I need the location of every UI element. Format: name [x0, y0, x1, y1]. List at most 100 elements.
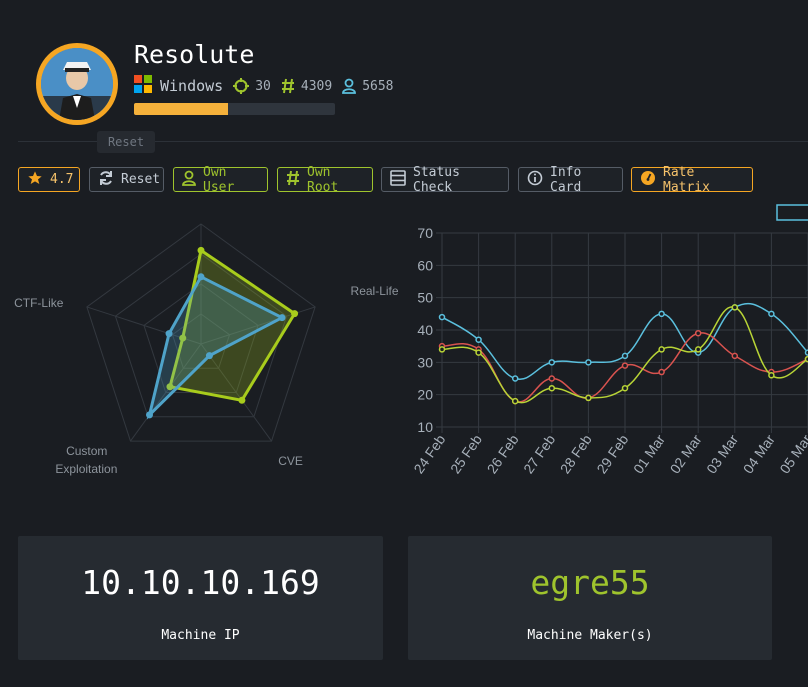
- radar-axis-label: CVE: [278, 454, 303, 468]
- user-owns-count: 5658: [362, 78, 394, 94]
- line-point[interactable]: [621, 384, 629, 392]
- x-tick-label: 04 Mar: [740, 431, 778, 476]
- line-point[interactable]: [511, 375, 519, 382]
- own-user-button[interactable]: Own User: [173, 164, 268, 195]
- rate-matrix-label: Rate Matrix: [663, 164, 710, 195]
- info-card-button[interactable]: Info Card: [518, 164, 623, 195]
- y-tick-label: 20: [417, 387, 433, 403]
- line-point[interactable]: [438, 313, 446, 321]
- x-tick-label: 29 Feb: [593, 431, 631, 476]
- status-check-label: Status Check: [413, 164, 460, 195]
- status-check-button[interactable]: Status Check: [381, 164, 509, 195]
- y-tick-label: 50: [417, 290, 433, 306]
- y-tick-label: 30: [417, 354, 433, 370]
- x-tick-label: 05 Mar: [776, 431, 808, 476]
- line-point[interactable]: [548, 359, 556, 366]
- legend-box: [776, 204, 808, 221]
- x-tick-label: 26 Feb: [484, 431, 522, 476]
- line-point[interactable]: [658, 368, 665, 376]
- y-tick-label: 60: [417, 257, 433, 273]
- machine-meta: Windows 30 4309 5658: [134, 75, 394, 97]
- radar-point: [165, 330, 173, 338]
- root-owns-count: 4309: [300, 78, 333, 94]
- line-point[interactable]: [731, 352, 739, 360]
- x-tick-label: 03 Mar: [703, 431, 741, 476]
- radar-point: [205, 352, 213, 360]
- line-point[interactable]: [731, 304, 739, 311]
- line-point[interactable]: [438, 346, 446, 353]
- line-point[interactable]: [621, 362, 629, 369]
- radar-chart: Enumeration Real-Life CVE CustomExploitatio…: [14, 205, 399, 476]
- line-point[interactable]: [658, 310, 665, 318]
- reset-tooltip: Reset: [97, 131, 155, 153]
- radar-point: [291, 310, 299, 318]
- line-point[interactable]: [511, 397, 519, 405]
- rating-button[interactable]: 4.7: [18, 167, 80, 192]
- line-point[interactable]: [585, 359, 592, 366]
- x-tick-label: 28 Feb: [557, 431, 595, 476]
- machine-progress-bar: [134, 103, 335, 115]
- avatar-image: [41, 48, 113, 120]
- line-point[interactable]: [658, 346, 665, 353]
- rate-matrix-button[interactable]: Rate Matrix: [631, 164, 753, 195]
- line-point[interactable]: [694, 329, 702, 337]
- machine-avatar: [36, 43, 118, 125]
- machine-name: Resolute: [134, 40, 255, 69]
- y-tick-label: 40: [417, 322, 433, 338]
- machine-points: 30: [255, 78, 271, 94]
- x-tick-label: 02 Mar: [667, 431, 705, 476]
- info-card-label: Info Card: [550, 164, 582, 195]
- machine-ip-card: 10.10.10.169 Machine IP: [18, 536, 383, 660]
- line-point[interactable]: [621, 352, 629, 360]
- line-point[interactable]: [475, 336, 482, 343]
- user-icon: [342, 78, 357, 94]
- star-icon: [27, 170, 43, 190]
- radar-axis-label: Enumeration: [167, 205, 235, 206]
- y-tick-label: 10: [417, 419, 433, 435]
- rating-value: 4.7: [50, 172, 74, 187]
- own-root-label: Own Root: [307, 164, 339, 195]
- x-tick-label: 24 Feb: [410, 431, 448, 476]
- radar-point: [197, 246, 205, 254]
- line-point[interactable]: [694, 346, 702, 353]
- radar-point: [146, 411, 154, 419]
- own-user-label: Own User: [203, 164, 235, 195]
- hashtag-icon: [286, 170, 300, 190]
- windows-icon: [134, 75, 152, 97]
- radar-axis-label: Custom Exploitation: [55, 444, 117, 476]
- user-icon: [182, 170, 196, 190]
- machine-maker-value[interactable]: egre55: [408, 563, 772, 602]
- line-chart: 10 20 30 40 50 60 70 24 Feb25 Feb26 Feb27 Feb28…: [410, 204, 808, 476]
- server-icon: [390, 169, 406, 190]
- progress-fill: [134, 103, 229, 115]
- line-point[interactable]: [768, 372, 775, 379]
- machine-header: Resolute Windows 30 4309 5658: [0, 0, 808, 142]
- gauge-icon: [640, 170, 656, 190]
- x-tick-label: 01 Mar: [630, 431, 668, 476]
- sync-icon: [98, 170, 114, 190]
- y-tick-label: 70: [417, 225, 433, 241]
- line-point[interactable]: [475, 349, 482, 356]
- reset-button[interactable]: Reset: [89, 167, 164, 192]
- machine-maker-label: Machine Maker(s): [527, 628, 653, 643]
- machine-maker-card: egre55 Machine Maker(s): [408, 536, 772, 660]
- hashtag-icon: [281, 78, 295, 94]
- radar-point: [238, 396, 246, 404]
- own-root-button[interactable]: Own Root: [277, 164, 373, 195]
- radar-axis-label: Real-Life: [351, 284, 399, 298]
- radar-axis-label: CTF-Like: [14, 296, 64, 310]
- crosshair-icon: [233, 78, 250, 94]
- line-point[interactable]: [768, 310, 775, 318]
- machine-ip-label: Machine IP: [161, 628, 240, 643]
- radar-point: [278, 314, 286, 322]
- machine-os: Windows: [160, 77, 224, 95]
- radar-point: [197, 273, 205, 281]
- x-tick-label: 27 Feb: [520, 431, 558, 476]
- info-icon: [527, 170, 543, 190]
- line-point[interactable]: [548, 384, 556, 392]
- x-tick-label: 25 Feb: [447, 431, 485, 476]
- machine-ip-value: 10.10.10.169: [81, 563, 320, 602]
- line-point[interactable]: [548, 375, 556, 382]
- line-point[interactable]: [585, 394, 592, 402]
- reset-label: Reset: [121, 172, 161, 187]
